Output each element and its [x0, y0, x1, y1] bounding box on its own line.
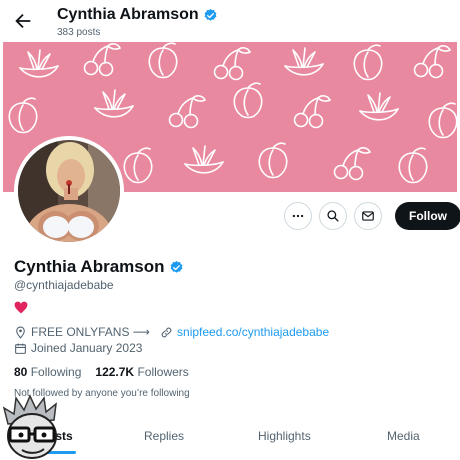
header-display-name: Cynthia Abramson — [57, 6, 218, 24]
profile-joined-row: Joined January 2023 — [14, 341, 142, 355]
tab-replies[interactable]: Replies — [144, 429, 184, 443]
following-count: 80 — [14, 365, 28, 379]
more-icon — [292, 214, 304, 218]
link-icon — [161, 327, 172, 337]
following-label: Following — [30, 365, 82, 379]
post-count: 383 posts — [57, 27, 101, 38]
verified-badge-icon — [204, 8, 217, 21]
avatar-photo — [18, 140, 120, 242]
profile-display-name: Cynthia Abramson — [14, 257, 184, 277]
avatar[interactable] — [14, 136, 124, 246]
search-icon — [327, 210, 339, 222]
profile-meta-row: FREE ONLYFANS ⟶ snipfeed.co/cynthiajadeb… — [14, 325, 329, 339]
follow-button[interactable]: Follow — [395, 202, 460, 230]
followers-count: 122.7K — [95, 365, 135, 379]
mascot-watermark-icon — [2, 394, 57, 459]
back-arrow-icon[interactable] — [12, 10, 34, 32]
calendar-icon — [15, 343, 26, 354]
heart-emoji-icon — [14, 301, 28, 314]
message-icon — [362, 211, 374, 221]
tab-media[interactable]: Media — [387, 429, 420, 443]
location-text: FREE ONLYFANS ⟶ — [31, 325, 151, 339]
followers-link[interactable]: 122.7K Followers — [95, 365, 188, 379]
profile-actions: Follow — [284, 202, 460, 230]
profile-name-text: Cynthia Abramson — [14, 257, 165, 276]
search-button[interactable] — [319, 202, 347, 230]
header-name-text: Cynthia Abramson — [57, 6, 199, 23]
location-icon — [16, 326, 25, 339]
followers-label: Followers — [137, 365, 189, 379]
profile-tabs: Posts Replies Highlights Media — [0, 418, 460, 460]
more-button[interactable] — [284, 202, 312, 230]
message-button[interactable] — [354, 202, 382, 230]
following-link[interactable]: 80 Following — [14, 365, 81, 379]
top-bar: Cynthia Abramson 383 posts — [0, 0, 460, 40]
verified-badge-icon[interactable] — [169, 260, 184, 275]
joined-text: Joined January 2023 — [31, 341, 143, 355]
profile-handle: @cynthiajadebabe — [14, 278, 114, 292]
tab-highlights[interactable]: Highlights — [258, 429, 311, 443]
website-link[interactable]: snipfeed.co/cynthiajadebabe — [177, 325, 329, 339]
follow-counts: 80 Following 122.7K Followers — [14, 365, 189, 379]
